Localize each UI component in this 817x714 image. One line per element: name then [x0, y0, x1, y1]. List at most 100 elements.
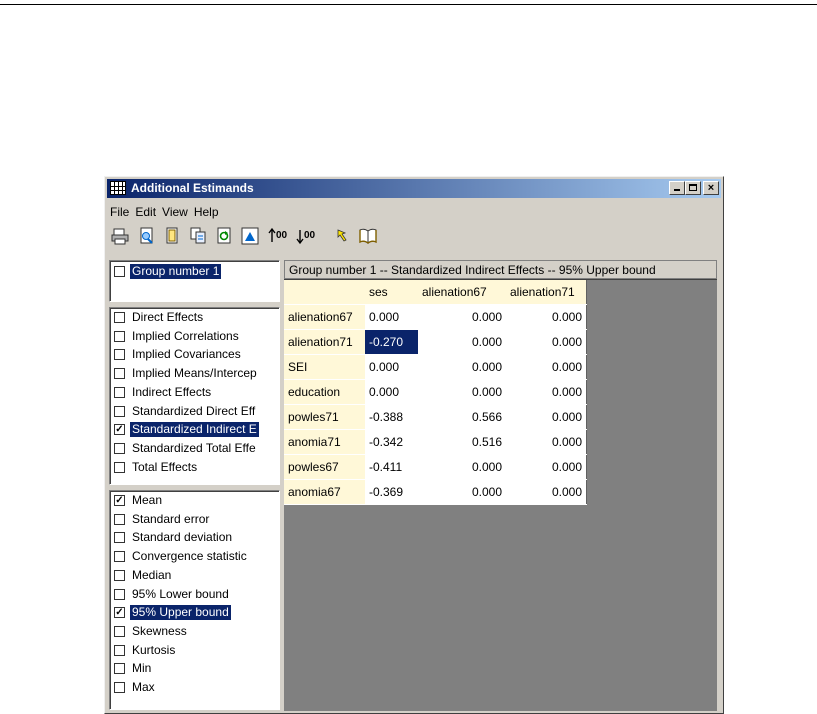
table-cell[interactable]: 0.000	[418, 454, 506, 480]
print-preview-icon[interactable]	[138, 227, 156, 247]
minimize-button[interactable]	[669, 181, 685, 195]
table-cell[interactable]: 0.000	[506, 379, 587, 405]
checkbox[interactable]	[114, 513, 125, 525]
table-row: alienation71 -0.270 0.000 0.000	[284, 329, 587, 355]
page-top-rule	[0, 4, 817, 5]
checkbox[interactable]	[114, 461, 125, 473]
checkbox[interactable]: ✓	[114, 495, 125, 506]
table-cell[interactable]: 0.000	[365, 304, 418, 330]
options-icon[interactable]	[241, 227, 259, 247]
estimand-label: Standardized Indirect E	[130, 422, 259, 438]
help-pointer-icon[interactable]	[333, 227, 351, 247]
checkbox[interactable]	[114, 532, 125, 544]
row-header: SEI	[284, 354, 365, 380]
table-cell[interactable]: 0.000	[506, 454, 587, 480]
table-cell[interactable]: 0.000	[506, 479, 587, 505]
table-cell[interactable]: -0.369	[365, 479, 418, 505]
statistic-label: Convergence statistic	[132, 549, 247, 564]
statistic-label: Standard error	[132, 511, 210, 526]
statistic-label: Median	[132, 567, 172, 582]
window-controls: ×	[669, 181, 719, 195]
minimize-icon	[674, 189, 680, 191]
table-cell[interactable]: -0.388	[365, 404, 418, 430]
checkbox[interactable]	[114, 405, 125, 417]
decrease-decimals-icon[interactable]: 00	[295, 227, 321, 247]
estimand-label: Total Effects	[132, 459, 198, 474]
table-cell[interactable]: 0.000	[506, 329, 587, 355]
statistic-label: 95% Lower bound	[132, 586, 229, 601]
menu-help[interactable]: Help	[191, 203, 222, 219]
table-cell[interactable]: 0.000	[506, 354, 587, 380]
checkbox[interactable]	[114, 312, 125, 323]
table-row: anomia71 -0.342 0.516 0.000	[284, 429, 587, 455]
copy-icon[interactable]	[189, 227, 207, 247]
table-row: anomia67 -0.369 0.000 0.000	[284, 479, 587, 505]
table-cell[interactable]: 0.000	[506, 404, 587, 430]
estimand-label: Indirect Effects	[132, 384, 212, 399]
checkbox[interactable]	[114, 386, 125, 398]
table-cell[interactable]: 0.000	[418, 379, 506, 405]
checkbox[interactable]	[114, 368, 125, 380]
table-cell[interactable]: 0.000	[365, 354, 418, 380]
table-cell[interactable]: 0.000	[506, 429, 587, 455]
checkbox[interactable]	[114, 663, 125, 675]
estimands-list: Direct Effects Implied Correlations Implie…	[109, 307, 280, 485]
column-header: alienation71	[506, 280, 587, 305]
results-table: ses alienation67 alienation71 alienation67 0…	[284, 280, 587, 505]
estimand-label: Standardized Total Effe	[132, 440, 256, 455]
menu-bar: File Edit View Help	[107, 203, 222, 221]
maximize-icon	[689, 184, 697, 191]
estimand-label: Implied Correlations	[132, 328, 239, 343]
table-row: SEI 0.000 0.000 0.000	[284, 354, 587, 380]
table-row: alienation67 0.000 0.000 0.000	[284, 304, 587, 330]
title-bar[interactable]: Additional Estimands ×	[107, 179, 721, 198]
table-cell[interactable]: 0.000	[506, 304, 587, 330]
table-cell[interactable]: 0.566	[418, 404, 506, 430]
column-header: ses	[365, 280, 418, 305]
groups-list: Group number 1	[109, 260, 280, 302]
checkbox[interactable]: ✓	[114, 607, 125, 619]
statistic-label: Min	[132, 661, 152, 676]
checkbox[interactable]: ✓	[114, 424, 125, 436]
refresh-icon[interactable]	[215, 227, 233, 247]
checkbox[interactable]	[114, 569, 125, 581]
row-header: powles67	[284, 454, 365, 480]
checkbox[interactable]	[114, 682, 125, 693]
checkbox[interactable]	[114, 625, 125, 637]
table-cell[interactable]: 0.000	[418, 304, 506, 330]
page-setup-icon[interactable]	[163, 227, 181, 247]
checkbox[interactable]	[114, 644, 125, 656]
row-header: alienation67	[284, 304, 365, 330]
table-cell[interactable]: 0.000	[418, 354, 506, 380]
menu-file[interactable]: File	[107, 203, 132, 219]
help-book-icon[interactable]	[359, 227, 377, 247]
checkbox[interactable]	[114, 588, 125, 600]
checkbox[interactable]	[114, 551, 125, 563]
table-cell[interactable]: -0.411	[365, 454, 418, 480]
table-cell[interactable]: 0.516	[418, 429, 506, 455]
table-corner	[284, 280, 365, 305]
table-cell[interactable]: 0.000	[365, 379, 418, 405]
maximize-button[interactable]	[685, 181, 701, 195]
checkbox[interactable]	[114, 330, 125, 342]
statistic-label: Max	[132, 680, 155, 694]
checkbox[interactable]	[114, 442, 125, 454]
table-row: education 0.000 0.000 0.000	[284, 379, 587, 405]
print-icon[interactable]	[111, 227, 129, 247]
table-cell[interactable]: 0.000	[418, 329, 506, 355]
table-cell[interactable]: 0.000	[418, 479, 506, 505]
table-cell[interactable]: -0.342	[365, 429, 418, 455]
window-title: Additional Estimands	[131, 181, 254, 195]
increase-decimals-icon[interactable]: 00	[267, 227, 293, 247]
group-label: Group number 1	[130, 264, 222, 279]
column-header: alienation67	[418, 280, 506, 305]
table-cell[interactable]: -0.270	[365, 329, 418, 355]
checkbox[interactable]	[114, 349, 125, 361]
menu-edit[interactable]: Edit	[132, 203, 159, 219]
close-button[interactable]: ×	[703, 181, 719, 195]
checkbox[interactable]	[114, 266, 125, 277]
menu-view[interactable]: View	[159, 203, 191, 219]
decrease-decimals-label: 00	[304, 230, 316, 241]
row-header: powles71	[284, 404, 365, 430]
statistic-label: 95% Upper bound	[130, 605, 231, 621]
